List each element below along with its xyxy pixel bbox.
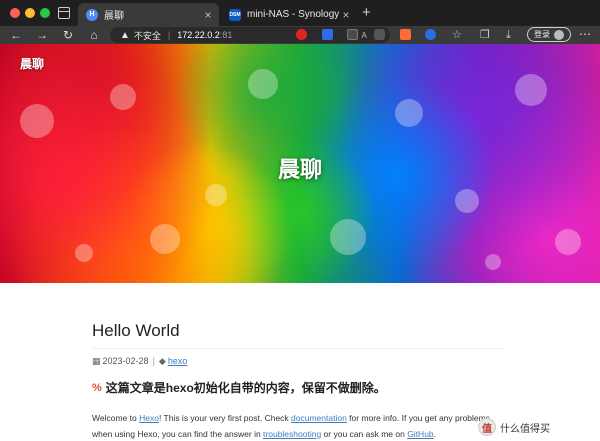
close-window-button[interactable] bbox=[10, 8, 20, 18]
zoom-window-button[interactable] bbox=[40, 8, 50, 18]
tab-actions-icon[interactable] bbox=[58, 7, 70, 19]
bokeh-light bbox=[205, 184, 227, 206]
meta-separator: | bbox=[152, 356, 155, 366]
post-heading: % 这篇文章是hexo初始化自带的内容，保留不做删除。 bbox=[92, 379, 504, 396]
paragraph-text: Welcome to bbox=[92, 413, 140, 423]
watermark-text: 什么值得买 bbox=[500, 423, 550, 435]
watermark-logo-icon: 值 bbox=[478, 418, 496, 436]
back-icon[interactable]: ← bbox=[8, 27, 24, 43]
site-name-link[interactable]: 晨聊 bbox=[20, 55, 44, 72]
url-port[interactable]: :81 bbox=[220, 30, 233, 40]
paragraph-text: ! This is your very first post. Check bbox=[158, 413, 292, 423]
extension-3-icon[interactable] bbox=[347, 29, 358, 40]
extension-2-icon[interactable] bbox=[322, 29, 333, 40]
paragraph-text: or you can ask me on bbox=[321, 429, 408, 439]
extension-6-icon[interactable] bbox=[425, 29, 436, 40]
post-heading-text: 这篇文章是hexo初始化自带的内容，保留不做删除。 bbox=[105, 381, 386, 395]
bokeh-light bbox=[248, 69, 278, 99]
github-link[interactable]: GitHub bbox=[407, 429, 433, 439]
hero-banner: 晨聊 晨聊 bbox=[0, 44, 600, 283]
site-watermark: 值 什么值得买 bbox=[478, 416, 600, 438]
bokeh-light bbox=[455, 189, 479, 213]
url-host[interactable]: 172.22.0.2 bbox=[177, 30, 220, 40]
bokeh-light bbox=[330, 219, 366, 255]
home-icon[interactable]: ⌂ bbox=[86, 27, 102, 43]
tab-bar: H 晨聊 × DSM mini-NAS - Synology DiskStati… bbox=[0, 0, 600, 26]
bokeh-light bbox=[110, 84, 136, 110]
bokeh-light bbox=[395, 99, 423, 127]
troubleshooting-link[interactable]: troubleshooting bbox=[263, 429, 321, 439]
blog-favicon-icon: H bbox=[86, 8, 98, 21]
forward-icon[interactable]: → bbox=[34, 27, 50, 43]
documentation-link[interactable]: documentation bbox=[291, 413, 347, 423]
bokeh-light bbox=[20, 104, 54, 138]
extension-1-icon[interactable] bbox=[296, 29, 307, 40]
download-icon[interactable]: ⤓ bbox=[506, 27, 511, 43]
collections-icon[interactable]: ❐ bbox=[480, 27, 490, 43]
minimize-window-button[interactable] bbox=[25, 8, 35, 18]
link-anchor-icon[interactable]: % bbox=[92, 382, 102, 394]
warning-icon[interactable]: ▲ bbox=[120, 30, 130, 41]
title-divider bbox=[92, 348, 504, 349]
tab-title: 晨聊 bbox=[104, 11, 124, 22]
browser-toolbar: ← → ↻ ⌂ ▲ 不安全 | 172.22.0.2:81 A ☆ ☆ ❐ ⤓ … bbox=[0, 26, 600, 44]
bokeh-light bbox=[485, 254, 501, 270]
extension-5-icon[interactable] bbox=[400, 29, 411, 40]
security-label[interactable]: 不安全 bbox=[134, 29, 161, 42]
login-button[interactable]: 登录 bbox=[527, 27, 571, 42]
close-tab-icon[interactable]: × bbox=[339, 8, 353, 22]
hero-title: 晨聊 bbox=[277, 157, 322, 182]
bokeh-light bbox=[555, 229, 581, 255]
avatar-icon bbox=[554, 29, 564, 40]
dsm-favicon-icon: DSM bbox=[229, 8, 241, 21]
tag-icon: ◆ bbox=[158, 355, 166, 366]
tab-mini-nas[interactable]: DSM mini-NAS - Synology DiskStation × bbox=[221, 3, 357, 26]
paragraph-text: . bbox=[433, 429, 437, 439]
more-icon[interactable]: ⋯ bbox=[579, 26, 591, 42]
bookmarks-icon[interactable]: ☆ bbox=[452, 27, 462, 43]
tab-title: mini-NAS - Synology DiskStation bbox=[247, 9, 339, 20]
post-meta: ▦ 2023-02-28 | ◆ hexo bbox=[92, 355, 504, 367]
post-title[interactable]: Hello World bbox=[92, 321, 504, 341]
hexo-link[interactable]: Hexo bbox=[139, 413, 159, 423]
reload-icon[interactable]: ↻ bbox=[60, 27, 76, 43]
bokeh-light bbox=[75, 244, 93, 262]
tab-chenliao[interactable]: H 晨聊 × bbox=[78, 3, 219, 26]
address-separator: | bbox=[167, 30, 171, 40]
new-tab-icon[interactable]: + bbox=[362, 5, 371, 21]
bokeh-light bbox=[150, 224, 180, 254]
read-aloud-icon[interactable]: A bbox=[361, 31, 366, 40]
extension-4-icon[interactable] bbox=[374, 29, 385, 40]
bokeh-light bbox=[515, 74, 547, 106]
post-paragraph: Welcome to Hexo! This is your very first… bbox=[92, 410, 504, 441]
login-label: 登录 bbox=[534, 30, 550, 39]
calendar-icon: ▦ bbox=[92, 355, 101, 366]
post-date: 2023-02-28 bbox=[102, 356, 149, 366]
post-article: Hello World ▦ 2023-02-28 | ◆ hexo % 这篇文章… bbox=[92, 283, 504, 441]
post-tag-link[interactable]: hexo bbox=[168, 356, 188, 366]
close-tab-icon[interactable]: × bbox=[201, 8, 215, 22]
